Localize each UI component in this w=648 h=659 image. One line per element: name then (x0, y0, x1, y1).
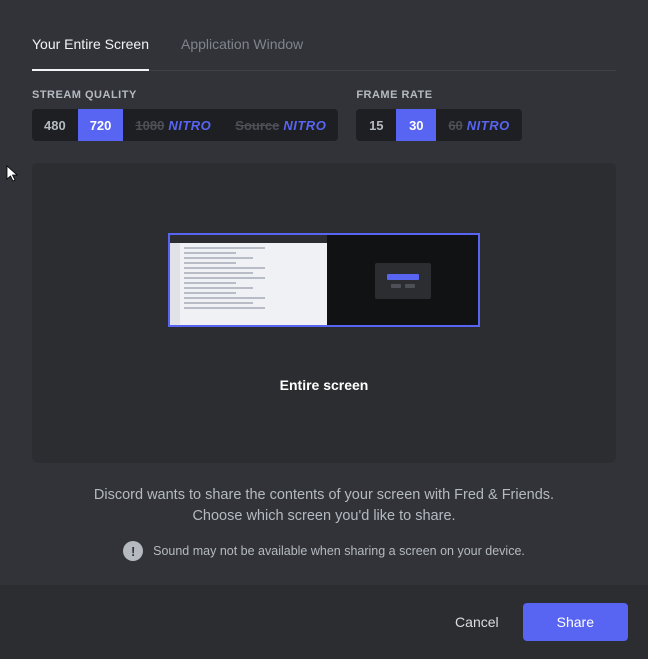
source-tabs: Your Entire Screen Application Window (32, 28, 616, 71)
screen-thumbnail-label: Entire screen (280, 377, 369, 393)
stream-quality-label: Stream Quality (32, 89, 338, 101)
tab-entire-screen[interactable]: Your Entire Screen (32, 28, 149, 70)
fps-30[interactable]: 30 (396, 109, 436, 141)
quality-source-nitro[interactable]: Source NITRO (223, 109, 338, 141)
share-info-text: Discord wants to share the contents of y… (32, 485, 616, 527)
screen-preview-area: Entire screen (32, 163, 616, 463)
fps-60-label: 60 (448, 118, 462, 133)
screen-thumbnail[interactable] (168, 233, 480, 327)
quality-480[interactable]: 480 (32, 109, 78, 141)
sound-warning-text: Sound may not be available when sharing … (153, 544, 525, 558)
quality-source-label: Source (235, 118, 279, 133)
quality-1080-nitro[interactable]: 1080 NITRO (123, 109, 223, 141)
sound-warning: ! Sound may not be available when sharin… (32, 541, 616, 561)
frame-rate-label: Frame Rate (356, 89, 521, 101)
tab-application-window[interactable]: Application Window (181, 28, 303, 70)
quality-720[interactable]: 720 (78, 109, 124, 141)
nitro-badge-icon: NITRO (467, 118, 510, 133)
frame-rate-group: Frame Rate 15 30 60 NITRO (356, 89, 521, 141)
cancel-button[interactable]: Cancel (449, 604, 505, 640)
quality-1080-label: 1080 (135, 118, 164, 133)
frame-rate-segmented: 15 30 60 NITRO (356, 109, 521, 141)
fps-15[interactable]: 15 (356, 109, 396, 141)
stream-quality-group: Stream Quality 480 720 1080 NITRO Source… (32, 89, 338, 141)
warning-icon: ! (123, 541, 143, 561)
nitro-badge-icon: NITRO (168, 118, 211, 133)
modal-footer: Cancel Share (0, 585, 648, 659)
nitro-badge-icon: NITRO (283, 118, 326, 133)
stream-quality-segmented: 480 720 1080 NITRO Source NITRO (32, 109, 338, 141)
share-button[interactable]: Share (523, 603, 628, 641)
fps-60-nitro[interactable]: 60 NITRO (436, 109, 521, 141)
screen-share-modal: Your Entire Screen Application Window St… (0, 0, 648, 659)
